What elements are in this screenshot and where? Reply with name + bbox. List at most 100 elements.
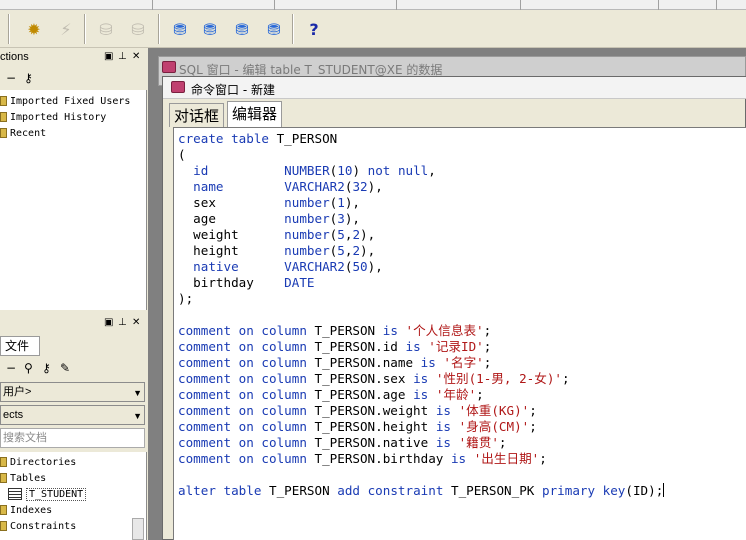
sql-window-icon[interactable]: ⛃ (198, 17, 222, 41)
tab-dialog[interactable]: 对话框 (169, 103, 225, 127)
tab-editor[interactable]: 编辑器 (227, 101, 283, 127)
code-string: '年龄' (435, 387, 477, 402)
command-window-icon (171, 81, 185, 93)
code-text: ; (562, 371, 570, 386)
connections-panel-title: ctions (0, 51, 29, 63)
object-type-select[interactable]: ects ▼ (0, 405, 145, 425)
tab-files[interactable]: 文件 (0, 336, 40, 356)
folder-icon (0, 521, 7, 531)
code-text: ), (344, 211, 361, 226)
code-keyword: comment on column (178, 355, 315, 370)
code-text: weight (178, 227, 285, 242)
code-text: T_PERSON.birthday (314, 451, 451, 466)
code-line: birthday DATE (178, 275, 664, 291)
filter-icon[interactable]: ⚷ (42, 361, 51, 375)
execute-gear-icon[interactable]: ✹ (22, 17, 46, 41)
tree-item-constraints[interactable]: Constraints (0, 518, 76, 534)
code-text: ) (352, 163, 368, 178)
refresh-database-icon[interactable]: ⛃ (262, 17, 286, 41)
code-keyword: alter table (178, 483, 269, 498)
connections-list: Imported Fixed Users Imported History Re… (0, 90, 147, 310)
code-text: , (428, 163, 436, 178)
code-keyword: add constraint (337, 483, 451, 498)
sql-editor[interactable]: create table T_PERSON( id NUMBER(10) not… (173, 127, 746, 540)
tree-item-t-student[interactable]: T_STUDENT (8, 486, 87, 502)
tree-item-directories[interactable]: Directories (0, 454, 76, 470)
code-line: comment on column T_PERSON is '个人信息表'; (178, 323, 664, 339)
dropdown-arrow-icon: ▼ (133, 411, 142, 421)
code-text: birthday (178, 275, 285, 290)
list-item[interactable]: Imported Fixed Users (0, 93, 130, 109)
objects-toolbar: − ⚲ ⚷ ✎ (0, 358, 147, 380)
help-icon[interactable]: ? (302, 17, 326, 41)
code-keyword: is (382, 323, 406, 338)
minus-icon[interactable]: − (6, 71, 16, 85)
code-text: ; (498, 435, 507, 450)
code-keyword: VARCHAR2 (284, 259, 345, 274)
search-input[interactable]: 搜索文档 (0, 428, 145, 448)
folder-icon (0, 96, 7, 106)
list-item[interactable]: Imported History (0, 109, 106, 125)
list-item[interactable]: Recent (0, 125, 46, 141)
code-line: ( (178, 147, 664, 163)
commit-icon[interactable]: ⛁ (94, 17, 118, 41)
pin-icon[interactable]: ⊥ (118, 317, 127, 328)
folder-icon (0, 112, 7, 122)
code-string: '记录ID' (428, 339, 484, 354)
code-keyword: 5 (337, 243, 345, 258)
key-icon[interactable]: ⚷ (24, 71, 33, 85)
panel-menu-icon[interactable]: ▣ (104, 51, 113, 62)
command-window[interactable]: 命令窗口 - 新建 对话框 编辑器 create table T_PERSON(… (162, 76, 746, 540)
code-text: sex (178, 195, 285, 210)
menu-bar (0, 0, 746, 10)
code-keyword: NUMBER (284, 163, 330, 178)
code-line: alter table T_PERSON add constraint T_PE… (178, 483, 665, 499)
code-line: ); (178, 291, 664, 307)
pin-icon[interactable]: ⊥ (118, 51, 127, 62)
mdi-area: SQL 窗口 - 编辑 table T_STUDENT@XE 的数据 命令窗口 … (148, 48, 746, 540)
code-line: comment on column T_PERSON.name is '名字'; (178, 355, 664, 371)
code-text: ), (367, 179, 383, 194)
sql-code: create table T_PERSON( id NUMBER(10) not… (178, 131, 665, 499)
connections-toolbar: − ⚷ (0, 68, 147, 90)
code-text: (ID); (625, 483, 664, 498)
settings-icon[interactable]: ✎ (60, 361, 70, 375)
code-string: '体重(KG)' (458, 403, 530, 418)
code-keyword: number (284, 227, 330, 242)
rollback-icon[interactable]: ⛁ (126, 17, 150, 41)
code-keyword: number (284, 211, 330, 226)
panel-menu-icon[interactable]: ▣ (104, 317, 113, 328)
close-icon[interactable]: ✕ (132, 317, 140, 328)
code-line: comment on column T_PERSON.sex is '性别(1-… (178, 371, 664, 387)
code-text: ), (367, 259, 383, 274)
code-string: '名字' (443, 355, 484, 370)
code-keyword: create table (178, 131, 277, 146)
code-keyword: comment on column (178, 403, 315, 418)
folder-icon (0, 128, 7, 138)
code-string: '性别(1-男, 2-女)' (435, 371, 563, 386)
lock-database-icon[interactable]: ⛃ (230, 17, 254, 41)
find-icon[interactable]: ⚲ (24, 361, 33, 375)
code-text: ); (178, 291, 194, 306)
folder-icon (0, 505, 7, 515)
tree-scrollbar[interactable] (132, 518, 144, 540)
code-keyword: 5 (337, 227, 345, 242)
code-line: comment on column T_PERSON.native is '籍贯… (178, 435, 664, 451)
code-text: ; (476, 387, 484, 402)
tree-item-indexes[interactable]: Indexes (0, 502, 52, 518)
break-icon[interactable]: ⚡ (54, 17, 78, 41)
connect-icon[interactable]: ⛃ (168, 17, 192, 41)
code-keyword: not null (367, 163, 429, 178)
code-string: '籍贯' (458, 435, 499, 450)
tree-item-tables[interactable]: Tables (0, 470, 46, 486)
code-keyword: native (193, 259, 239, 274)
code-text: ; (529, 403, 537, 418)
close-icon[interactable]: ✕ (132, 51, 140, 62)
dropdown-arrow-icon: ▼ (133, 388, 142, 398)
folder-icon (0, 457, 7, 467)
minus-icon[interactable]: − (6, 361, 16, 375)
user-select[interactable]: 用户> ▼ (0, 382, 145, 402)
